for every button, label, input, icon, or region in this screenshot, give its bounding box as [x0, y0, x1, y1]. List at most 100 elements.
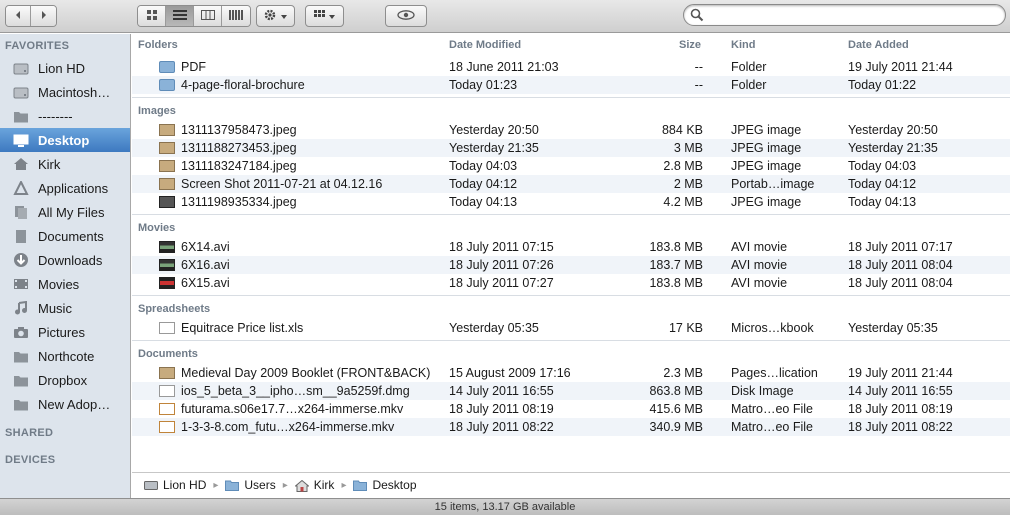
- file-row[interactable]: Medieval Day 2009 Booklet (FRONT&BACK) 15…: [132, 364, 1010, 382]
- file-kind: Micros…kbook: [731, 321, 814, 335]
- column-header-kind[interactable]: Kind: [731, 34, 755, 56]
- chevron-right-icon: [40, 9, 48, 23]
- coverflow-view-button[interactable]: [222, 6, 250, 26]
- sidebar-item[interactable]: All My Files: [0, 200, 130, 224]
- sidebar-item[interactable]: Kirk: [0, 152, 130, 176]
- file-row[interactable]: ios_5_beta_3__ipho…sm__9a5259f.dmg 14 Jul…: [132, 382, 1010, 400]
- back-forward-control: [5, 5, 57, 27]
- file-kind: JPEG image: [731, 159, 802, 173]
- file-date-modified: 18 June 2011 21:03: [449, 60, 559, 74]
- path-separator-icon: ▸: [282, 479, 288, 491]
- sidebar-item-label: Kirk: [38, 156, 61, 172]
- file-date-added: 18 July 2011 07:17: [848, 240, 953, 254]
- column-header-date-added[interactable]: Date Added: [848, 34, 909, 56]
- dropdown-arrow-icon: [281, 10, 287, 22]
- document-icon: [159, 322, 175, 334]
- devices-heading[interactable]: DEVICES: [5, 454, 55, 466]
- search-field[interactable]: [683, 4, 1006, 26]
- file-row[interactable]: 6X16.avi 18 July 2011 07:26 183.7 MB AVI mo…: [132, 256, 1010, 274]
- icon-view-button[interactable]: [138, 6, 166, 26]
- path-crumb[interactable]: Kirk: [293, 478, 334, 492]
- sidebar-item[interactable]: Northcote: [0, 344, 130, 368]
- arrange-menu-button[interactable]: [305, 5, 344, 27]
- column-view-button[interactable]: [194, 6, 222, 26]
- file-date-modified: 14 July 2011 16:55: [449, 384, 554, 398]
- group-heading: Documents: [138, 348, 198, 360]
- back-button[interactable]: [6, 6, 31, 26]
- path-bar: Lion HD ▸ Users ▸ Kirk ▸ Desktop: [132, 472, 1010, 497]
- path-crumb-label: Desktop: [372, 478, 417, 492]
- file-name: PDF: [181, 60, 206, 74]
- file-date-added: Today 04:13: [848, 195, 917, 209]
- coverflow-view-icon: [229, 9, 243, 23]
- path-crumb[interactable]: Lion HD: [144, 478, 206, 492]
- file-row[interactable]: 1311183247184.jpeg Today 04:03 2.8 MB JPEG …: [132, 157, 1010, 175]
- sidebar-item-label: Music: [38, 300, 72, 316]
- forward-button[interactable]: [31, 6, 56, 26]
- path-separator-icon: ▸: [213, 479, 219, 491]
- file-row[interactable]: 1-3-3-8.com_futu…x264-immerse.mkv 18 July…: [132, 418, 1010, 436]
- file-row[interactable]: 1311198935334.jpeg Today 04:13 4.2 MB JPEG …: [132, 193, 1010, 211]
- sidebar-item[interactable]: Documents: [0, 224, 130, 248]
- shared-heading[interactable]: SHARED: [5, 427, 53, 439]
- quick-look-button[interactable]: [385, 5, 427, 27]
- column-header-date-modified[interactable]: Date Modified: [449, 34, 521, 56]
- file-row[interactable]: Screen Shot 2011-07-21 at 04.12.16 Today …: [132, 175, 1010, 193]
- sidebar-item[interactable]: Music: [0, 296, 130, 320]
- file-size: 2.8 MB: [663, 159, 703, 173]
- file-row[interactable]: futurama.s06e17.7…x264-immerse.mkv 18 Jul…: [132, 400, 1010, 418]
- sidebar-item[interactable]: Macintosh…: [0, 80, 130, 104]
- sidebar-item[interactable]: Dropbox: [0, 368, 130, 392]
- path-crumb[interactable]: Desktop: [353, 478, 417, 492]
- sidebar-item[interactable]: Applications: [0, 176, 130, 200]
- file-name: ios_5_beta_3__ipho…sm__9a5259f.dmg: [181, 384, 410, 398]
- group-divider: [132, 340, 1010, 341]
- group-heading: Images: [138, 105, 176, 117]
- movie-icon: [159, 259, 175, 271]
- file-date-added: Today 04:12: [848, 177, 917, 191]
- file-kind: AVI movie: [731, 240, 788, 254]
- file-date-added: 18 July 2011 08:04: [848, 276, 953, 290]
- column-header-name[interactable]: Folders: [138, 34, 178, 56]
- home-icon: [293, 479, 310, 492]
- folder-icon: [159, 61, 175, 73]
- file-row[interactable]: 1311137958473.jpeg Yesterday 20:50 884 KB J…: [132, 121, 1010, 139]
- file-kind: Disk Image: [731, 384, 794, 398]
- sidebar-item[interactable]: Movies: [0, 272, 130, 296]
- file-name: 6X15.avi: [181, 276, 230, 290]
- file-row[interactable]: Equitrace Price list.xls Yesterday 05:35 1…: [132, 319, 1010, 337]
- column-header-size[interactable]: Size: [679, 34, 701, 56]
- sidebar: FAVORITES SHARED DEVICES Lion HD Macintos…: [0, 34, 131, 498]
- sidebar-item[interactable]: Pictures: [0, 320, 130, 344]
- file-row[interactable]: 6X14.avi 18 July 2011 07:15 183.8 MB AVI mo…: [132, 238, 1010, 256]
- search-input[interactable]: [708, 7, 998, 23]
- file-row[interactable]: 6X15.avi 18 July 2011 07:27 183.8 MB AVI mo…: [132, 274, 1010, 292]
- file-date-modified: 18 July 2011 07:26: [449, 258, 554, 272]
- all-files-icon: [12, 204, 30, 220]
- sidebar-item[interactable]: New Adop…: [0, 392, 130, 416]
- group-heading: Movies: [138, 222, 176, 234]
- file-date-modified: 18 July 2011 07:27: [449, 276, 554, 290]
- file-date-added: 19 July 2011 21:44: [848, 60, 953, 74]
- document-icon: [159, 385, 175, 397]
- sidebar-item[interactable]: Desktop: [0, 128, 130, 152]
- file-row[interactable]: 4-page-floral-brochure Today 01:23 -- Folde…: [132, 76, 1010, 94]
- file-kind: JPEG image: [731, 141, 802, 155]
- file-name: Equitrace Price list.xls: [181, 321, 304, 335]
- file-size: 3 MB: [673, 141, 703, 155]
- file-date-modified: 18 July 2011 08:19: [449, 402, 554, 416]
- file-row[interactable]: PDF 18 June 2011 21:03 -- Folder 19 July 201…: [132, 58, 1010, 76]
- sidebar-item[interactable]: --------: [0, 104, 130, 128]
- sidebar-item[interactable]: Lion HD: [0, 56, 130, 80]
- hard-drive-icon: [144, 480, 158, 491]
- mkv-icon: [159, 421, 175, 433]
- path-crumb[interactable]: Users: [225, 478, 276, 492]
- file-date-added: Yesterday 05:35: [848, 321, 938, 335]
- file-size: 415.6 MB: [649, 402, 703, 416]
- file-row[interactable]: 1311188273453.jpeg Yesterday 21:35 3 MB JPE…: [132, 139, 1010, 157]
- action-menu-button[interactable]: [256, 5, 295, 27]
- list-view-button[interactable]: [166, 6, 194, 26]
- sidebar-item[interactable]: Downloads: [0, 248, 130, 272]
- file-size: --: [694, 60, 703, 74]
- gear-icon: [264, 9, 278, 24]
